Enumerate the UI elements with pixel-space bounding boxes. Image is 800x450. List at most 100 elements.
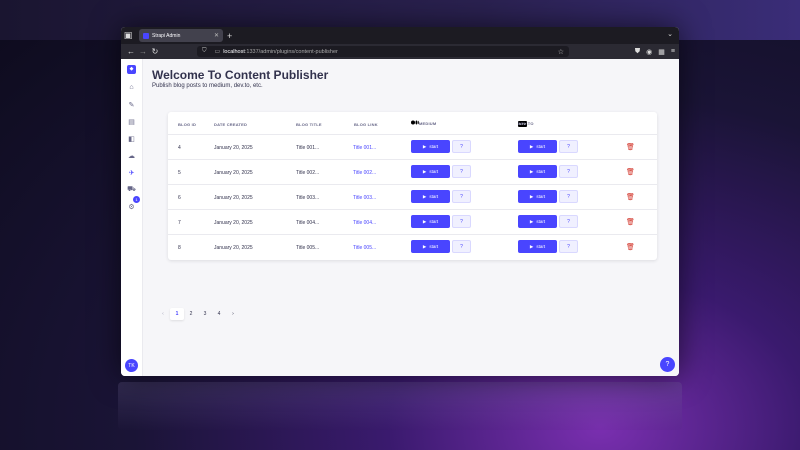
- pagination-page-3[interactable]: 3: [198, 308, 212, 320]
- devto-help-button[interactable]: ?: [559, 165, 578, 178]
- content-type-builder-icon[interactable]: ✎: [121, 96, 142, 113]
- devto-start-button[interactable]: ▶ start: [518, 140, 557, 153]
- pagination-prev-chevron-icon[interactable]: ‹: [156, 308, 170, 320]
- medium-logo-icon: [411, 120, 419, 125]
- main-sidebar: ◆ ⌂ ✎ ▤ ◧ ☁ ✈ ⛟ ⚙ 1 TK: [121, 59, 143, 376]
- cell-blog-link[interactable]: Title 005...: [353, 245, 376, 251]
- browser-tab[interactable]: Strapi Admin ✕: [139, 29, 223, 42]
- content-publisher-plugin-icon[interactable]: ✈: [121, 164, 142, 181]
- main-content: Welcome To Content Publisher Publish blo…: [143, 59, 679, 376]
- url-bar[interactable]: ⛉ ▭ localhost :1337/admin/plugins/conten…: [197, 46, 569, 57]
- pagination-next-chevron-icon[interactable]: ›: [226, 308, 240, 320]
- cell-blog-id: 7: [178, 220, 181, 226]
- header-blog-id: BLOG ID: [178, 122, 197, 127]
- marketplace-cart-icon[interactable]: ⛟: [121, 181, 142, 198]
- account-icon[interactable]: ◉: [646, 48, 652, 56]
- table-row: 8 January 20, 2025 Title 005... Title 00…: [168, 234, 657, 260]
- cell-blog-id: 6: [178, 195, 181, 201]
- trash-icon[interactable]: 🗑: [626, 193, 635, 201]
- medium-start-button[interactable]: ▶ start: [411, 165, 450, 178]
- tab-title: Strapi Admin: [152, 32, 181, 39]
- start-label: start: [429, 244, 439, 249]
- pagination-page-1[interactable]: 1: [170, 308, 184, 320]
- medium-start-button[interactable]: ▶ start: [411, 240, 450, 253]
- cloud-icon[interactable]: ☁: [121, 147, 142, 164]
- pagination: ‹ 1 2 3 4 ›: [156, 308, 240, 320]
- devto-help-button[interactable]: ?: [559, 215, 578, 228]
- devto-start-button[interactable]: ▶ start: [518, 165, 557, 178]
- user-avatar[interactable]: TK: [125, 359, 138, 372]
- cell-date-created: January 20, 2025: [214, 195, 253, 201]
- medium-help-button[interactable]: ?: [452, 240, 471, 253]
- cell-blog-id: 8: [178, 245, 181, 251]
- medium-start-button[interactable]: ▶ start: [411, 140, 450, 153]
- pocket-icon[interactable]: ⛊: [635, 48, 640, 56]
- medium-start-button[interactable]: ▶ start: [411, 215, 450, 228]
- devto-start-button[interactable]: ▶ start: [518, 215, 557, 228]
- url-host: localhost: [223, 48, 245, 55]
- pagination-page-4[interactable]: 4: [212, 308, 226, 320]
- medium-help-button[interactable]: ?: [452, 190, 471, 203]
- new-tab-icon[interactable]: +: [227, 31, 232, 41]
- devto-help-button[interactable]: ?: [559, 190, 578, 203]
- medium-help-button[interactable]: ?: [452, 140, 471, 153]
- content-manager-icon[interactable]: ▤: [121, 113, 142, 130]
- table-row: 7 January 20, 2025 Title 004... Title 00…: [168, 209, 657, 235]
- header-blog-title: BLOG TITLE: [296, 122, 322, 127]
- pagination-page-2[interactable]: 2: [184, 308, 198, 320]
- trash-icon[interactable]: 🗑: [626, 168, 635, 176]
- play-icon: ▶: [529, 143, 534, 149]
- trash-icon[interactable]: 🗑: [626, 218, 635, 226]
- toolbar-icons: ⛊ ◉ ▦ ≡: [635, 48, 675, 56]
- media-library-icon[interactable]: ◧: [121, 130, 142, 147]
- bookmark-star-icon[interactable]: ☆: [558, 48, 564, 56]
- nav-bar: ← → ↻ ⛉ ▭ localhost :1337/admin/plugins/…: [121, 44, 679, 59]
- cell-blog-title: Title 005...: [296, 245, 320, 251]
- back-arrow-icon[interactable]: ←: [125, 47, 137, 56]
- tracking-shield-icon[interactable]: ⛉: [202, 48, 207, 55]
- play-icon: ▶: [422, 243, 427, 249]
- cell-blog-link[interactable]: Title 004...: [353, 220, 376, 226]
- play-icon: ▶: [529, 243, 534, 249]
- firefox-view-icon[interactable]: ▣: [121, 27, 135, 44]
- devto-start-button[interactable]: ▶ start: [518, 190, 557, 203]
- extensions-icon[interactable]: ▦: [658, 48, 665, 56]
- home-icon[interactable]: ⌂: [121, 79, 142, 96]
- devto-help-button[interactable]: ?: [559, 140, 578, 153]
- url-path: :1337/admin/plugins/content-publisher: [244, 48, 338, 55]
- trash-icon[interactable]: 🗑: [626, 143, 635, 151]
- trash-icon[interactable]: 🗑: [626, 243, 635, 251]
- page-info-icon[interactable]: ▭: [215, 48, 221, 55]
- cell-blog-title: Title 002...: [296, 170, 320, 176]
- cell-blog-link[interactable]: Title 002...: [353, 170, 376, 176]
- posts-table-card: BLOG ID DATE CREATED BLOG TITLE BLOG LIN…: [168, 112, 657, 260]
- list-tabs-chevron-icon[interactable]: ⌄: [667, 30, 673, 38]
- forward-arrow-icon[interactable]: →: [137, 47, 149, 56]
- help-button-icon[interactable]: ?: [660, 357, 675, 372]
- play-icon: ▶: [529, 168, 534, 174]
- close-tab-icon[interactable]: ✕: [214, 32, 219, 39]
- page-title: Welcome To Content Publisher: [152, 68, 329, 82]
- devto-start-button[interactable]: ▶ start: [518, 240, 557, 253]
- reload-icon[interactable]: ↻: [149, 47, 161, 56]
- tab-bar: ▣ Strapi Admin ✕ + ⌄: [121, 27, 679, 44]
- cell-blog-link[interactable]: Title 001...: [353, 145, 376, 151]
- play-icon: ▶: [422, 143, 427, 149]
- medium-help-button[interactable]: ?: [452, 215, 471, 228]
- play-icon: ▶: [422, 168, 427, 174]
- start-label: start: [536, 169, 546, 174]
- cell-blog-id: 4: [178, 145, 181, 151]
- settings-gear-icon[interactable]: ⚙ 1: [121, 196, 142, 215]
- strapi-app: ◆ ⌂ ✎ ▤ ◧ ☁ ✈ ⛟ ⚙ 1 TK Welcome To Conten…: [121, 59, 679, 376]
- cell-blog-link[interactable]: Title 003...: [353, 195, 376, 201]
- devto-help-button[interactable]: ?: [559, 240, 578, 253]
- menu-icon[interactable]: ≡: [671, 48, 675, 56]
- start-label: start: [536, 244, 546, 249]
- header-date-created: DATE CREATED: [214, 122, 248, 127]
- strapi-logo-link[interactable]: ◆: [121, 59, 142, 79]
- strapi-favicon-icon: [143, 32, 149, 39]
- table-header: BLOG ID DATE CREATED BLOG TITLE BLOG LIN…: [168, 120, 657, 130]
- table-row: 5 January 20, 2025 Title 002... Title 00…: [168, 159, 657, 185]
- medium-help-button[interactable]: ?: [452, 165, 471, 178]
- medium-start-button[interactable]: ▶ start: [411, 190, 450, 203]
